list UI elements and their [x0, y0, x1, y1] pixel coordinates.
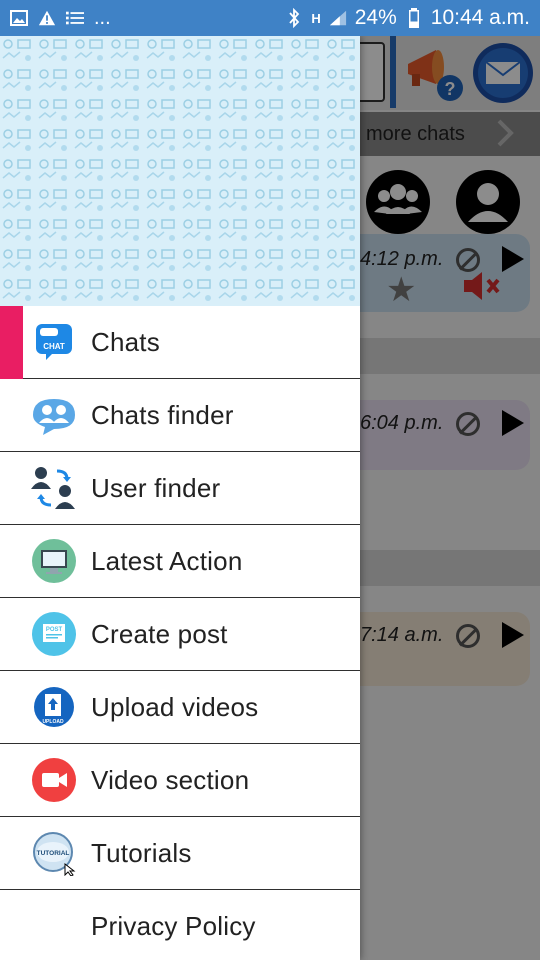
image-icon [10, 9, 28, 27]
chat-icon: CHAT [31, 319, 77, 365]
menu-label: Latest Action [91, 545, 243, 576]
post-icon: POST [31, 611, 77, 657]
tutorial-icon: TUTORIAL [31, 830, 77, 876]
menu-item-privacy-policy[interactable]: Privacy Policy [0, 890, 360, 960]
clock: 10:44 a.m. [430, 6, 530, 29]
menu-label: Chats finder [91, 399, 234, 430]
menu-label: Chats [91, 326, 160, 357]
signal-icon [329, 9, 347, 27]
menu-item-user-finder[interactable]: User finder [0, 452, 360, 525]
network-type-label: H [311, 10, 321, 26]
menu-label: Upload videos [91, 691, 259, 722]
menu-label: User finder [91, 472, 221, 503]
status-left: ... [10, 7, 111, 30]
drawer-header-pattern [0, 36, 360, 306]
navigation-drawer: CHAT Chats Chats finder User finder Late… [0, 36, 360, 960]
menu-label: Video section [91, 764, 250, 795]
battery-percent: 24% [354, 6, 397, 29]
menu-item-create-post[interactable]: POST Create post [0, 598, 360, 671]
menu-item-latest-action[interactable]: Latest Action [0, 525, 360, 598]
tutorial-icon-text: TUTORIAL [37, 850, 70, 857]
menu-item-chats-finder[interactable]: Chats finder [0, 379, 360, 452]
overflow-dots: ... [94, 6, 111, 29]
video-camera-icon [31, 757, 77, 803]
chat-icon-text: CHAT [43, 342, 65, 351]
status-right: H 24% 10:44 a.m. [285, 6, 530, 30]
header-pattern-graphic [0, 36, 360, 306]
menu-item-chats[interactable]: CHAT Chats [0, 306, 360, 379]
drawer-menu: CHAT Chats Chats finder User finder Late… [0, 306, 360, 960]
menu-item-upload-videos[interactable]: UPLOAD Upload videos [0, 671, 360, 744]
list-icon [66, 9, 84, 27]
menu-label: Create post [91, 618, 228, 649]
upload-icon-text: UPLOAD [42, 719, 64, 725]
status-bar: ... H 24% 10:44 a.m. [0, 0, 540, 36]
user-swap-icon [31, 465, 77, 511]
menu-label: Privacy Policy [91, 911, 256, 941]
post-icon-text: POST [46, 627, 63, 633]
group-chat-icon [31, 392, 77, 438]
bluetooth-icon [285, 8, 303, 28]
monitor-icon [31, 538, 77, 584]
menu-item-tutorials[interactable]: TUTORIAL Tutorials [0, 817, 360, 890]
battery-icon [405, 8, 423, 28]
menu-label: Tutorials [91, 837, 192, 868]
upload-icon: UPLOAD [31, 684, 77, 730]
warning-icon [38, 9, 56, 27]
menu-item-video-section[interactable]: Video section [0, 744, 360, 817]
